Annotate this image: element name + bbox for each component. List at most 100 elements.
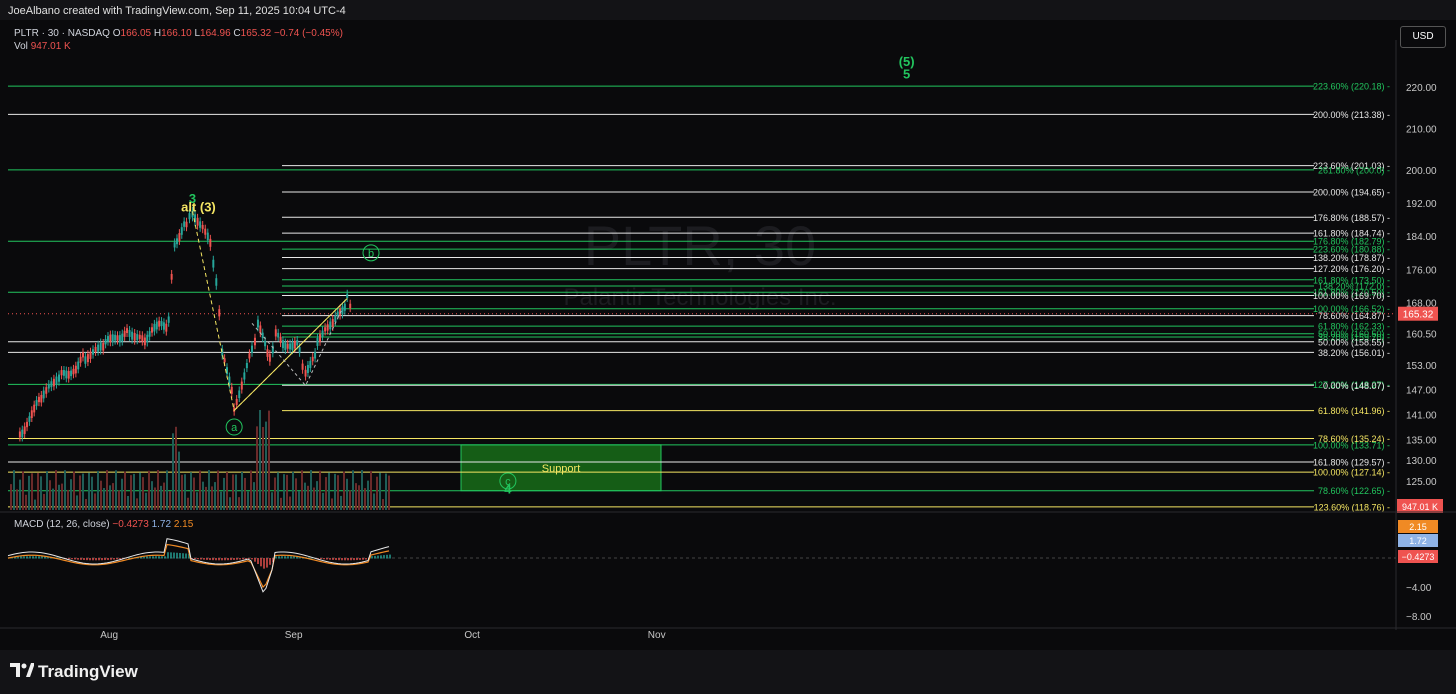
volume-bar xyxy=(130,475,132,510)
macd-histogram-bar xyxy=(212,558,214,561)
volume-bar xyxy=(169,491,171,510)
candle-body xyxy=(52,378,55,387)
volume-bar xyxy=(376,476,378,510)
y-tick-4: 184.00 xyxy=(1406,232,1437,243)
volume-bar xyxy=(175,426,177,510)
volume-bar xyxy=(151,481,153,510)
macd-histogram-bar xyxy=(149,556,151,559)
volume-bar xyxy=(82,473,84,510)
macd-histogram-bar xyxy=(236,558,238,560)
volume-bar xyxy=(274,477,276,510)
macd-histogram-bar xyxy=(383,555,385,559)
candle-body xyxy=(324,327,327,332)
macd-histogram-bar xyxy=(326,558,328,560)
macd-histogram-bar xyxy=(347,558,349,561)
volume-bar xyxy=(319,470,321,510)
volume-bars xyxy=(10,410,390,510)
legend-part-2: 166.05 xyxy=(121,28,152,39)
macd-histogram-bar xyxy=(377,555,379,559)
candle-body xyxy=(141,335,144,342)
fib-label-23: 0.00% (148.07) - xyxy=(1323,381,1390,391)
macd-histogram-bar xyxy=(206,558,208,560)
macd-histogram-bar xyxy=(176,552,178,559)
footer-bar: TradingView xyxy=(0,650,1456,694)
fib-label-29: 78.60% (122.65) - xyxy=(1318,486,1390,496)
macd-histogram-bar xyxy=(113,558,115,560)
volume-bar xyxy=(199,470,201,510)
candle-body xyxy=(114,334,117,341)
volume-bar xyxy=(316,481,318,510)
volume-bar xyxy=(22,471,24,510)
candle-body xyxy=(118,335,121,343)
macd-histogram-bar xyxy=(266,558,268,568)
candle-body xyxy=(235,399,238,405)
legend-part-3: H xyxy=(151,28,161,39)
macd-histogram-bar xyxy=(290,556,292,559)
macd-histogram-bar xyxy=(152,556,154,559)
macd-line xyxy=(7,538,390,593)
candle-body xyxy=(319,334,322,342)
candle-body xyxy=(286,343,289,349)
volume-bar xyxy=(298,491,300,510)
candle-body xyxy=(209,238,212,247)
candle-body xyxy=(268,353,271,362)
candle-body xyxy=(37,396,40,403)
candle-body xyxy=(158,320,161,327)
volume-bar xyxy=(184,474,186,510)
fib-label-16: 78.60% (164.87) - xyxy=(1318,311,1390,321)
volume-bar xyxy=(145,492,147,510)
candle-body xyxy=(253,337,256,346)
candle-body xyxy=(70,370,73,377)
fib-label-1: 200.00% (213.38) - xyxy=(1313,110,1390,120)
currency-button[interactable]: USD xyxy=(1400,26,1446,48)
volume-bar xyxy=(70,479,72,510)
candle-body xyxy=(121,333,124,342)
wave-label-a: a xyxy=(231,422,238,434)
y-tick-12: 130.00 xyxy=(1406,456,1437,467)
volume-bar xyxy=(190,472,192,510)
volume-bar xyxy=(229,497,231,510)
volume-bar xyxy=(292,471,294,510)
volume-bar xyxy=(43,493,45,510)
candle-body xyxy=(116,335,119,341)
macd-histogram-bar xyxy=(110,558,112,560)
candle-body xyxy=(67,370,70,379)
macd-histogram-bar xyxy=(224,558,226,561)
volume-bar xyxy=(367,480,369,510)
candle-body xyxy=(346,293,349,299)
wave-label-b: b xyxy=(368,248,374,260)
volume-legend: Vol 947.01 K xyxy=(14,41,71,52)
candle-body xyxy=(21,429,24,438)
macd-histogram-bar xyxy=(365,558,367,560)
volume-bar xyxy=(322,492,324,510)
volume-bar xyxy=(313,487,315,510)
volume-bar xyxy=(52,488,54,510)
macd-histogram-bar xyxy=(233,558,235,560)
candle-body xyxy=(206,232,209,241)
volume-bar xyxy=(193,477,195,510)
volume-bar xyxy=(355,483,357,510)
candle-body xyxy=(143,337,146,346)
candle-body xyxy=(47,384,50,389)
macd-histogram-bar xyxy=(179,552,181,559)
chart-plot-area[interactable]: PLTR · 30 · NASDAQ O166.05 H166.10 L164.… xyxy=(0,20,1456,650)
macd-histogram-bar xyxy=(257,558,259,564)
volume-bar xyxy=(301,470,303,510)
candle-body xyxy=(185,221,188,228)
macd-histogram-bar xyxy=(167,552,169,559)
macd-legend-part-0: MACD (12, 26, close) xyxy=(14,519,112,530)
fib-label-5: 176.80% (188.57) - xyxy=(1313,213,1390,223)
y-tick-10: 141.00 xyxy=(1406,411,1437,422)
macd-histogram-bar xyxy=(128,557,130,559)
macd-histogram-bar xyxy=(146,556,148,559)
tradingview-logo-text: TradingView xyxy=(38,662,138,681)
volume-bar xyxy=(19,479,21,510)
chart-window: JoeAlbano created with TradingView.com, … xyxy=(0,0,1456,694)
macd-histogram-bar xyxy=(116,558,118,560)
volume-bar xyxy=(334,473,336,510)
fib-label-0: 223.60% (220.18) - xyxy=(1313,82,1390,92)
x-tick-3: Nov xyxy=(648,630,666,641)
volume-bar xyxy=(208,470,210,510)
macd-histogram-bar xyxy=(20,556,22,559)
volume-bar xyxy=(259,410,261,510)
